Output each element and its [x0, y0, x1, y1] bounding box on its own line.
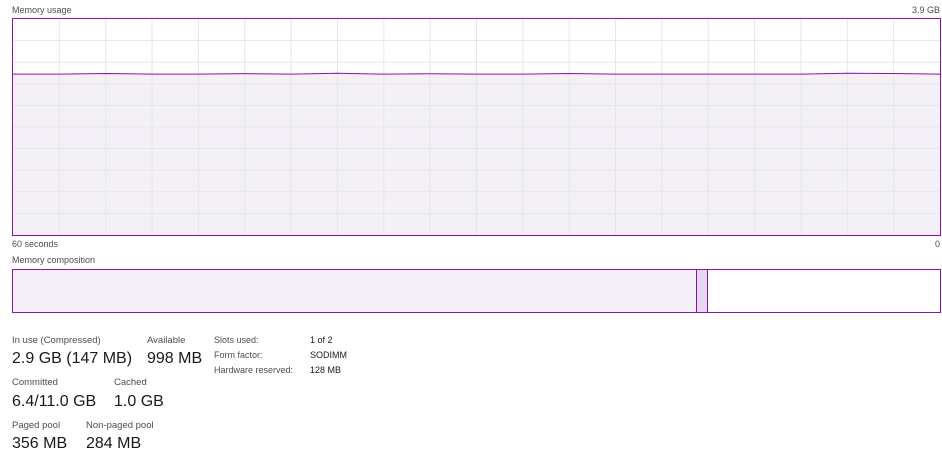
- committed-value: 6.4/11.0 GB: [12, 393, 97, 410]
- memory-usage-graph: [12, 18, 941, 236]
- in-use-value: 2.9 GB (147 MB): [12, 350, 133, 367]
- form-factor-label: Form factor:: [214, 350, 263, 360]
- hardware-reserved-value: 128 MB: [310, 365, 342, 375]
- cached-label: Cached: [114, 377, 147, 388]
- in-use-label: In use (Compressed): [12, 335, 101, 346]
- memory-usage-plot: [13, 19, 940, 235]
- paged-pool-value: 356 MB: [12, 435, 68, 452]
- form-factor-value: SODIMM: [310, 350, 347, 360]
- graph-time-zero-label: 0: [934, 239, 940, 249]
- graph-time-span-label: 60 seconds: [12, 239, 59, 249]
- memory-composition-bar: [12, 269, 941, 313]
- non-paged-pool-value: 284 MB: [86, 435, 142, 452]
- slots-used-label: Slots used:: [214, 335, 259, 345]
- memory-usage-max-label: 3.9 GB: [911, 5, 940, 15]
- available-value: 998 MB: [147, 350, 203, 367]
- slots-used-value: 1 of 2: [310, 335, 333, 345]
- paged-pool-label: Paged pool: [12, 420, 61, 431]
- non-paged-pool-label: Non-paged pool: [86, 420, 154, 431]
- memory-usage-title: Memory usage: [12, 5, 72, 15]
- composition-in-use-segment: [13, 270, 698, 312]
- committed-label: Committed: [12, 377, 58, 388]
- available-label: Available: [147, 335, 186, 346]
- hardware-reserved-label: Hardware reserved:: [214, 365, 294, 375]
- cached-value: 1.0 GB: [114, 393, 164, 410]
- memory-composition-title: Memory composition: [12, 255, 96, 265]
- composition-modified-segment: [697, 270, 709, 312]
- memory-performance-panel: Memory usage 3.9 GB 60 seconds 0 Memory …: [0, 0, 942, 455]
